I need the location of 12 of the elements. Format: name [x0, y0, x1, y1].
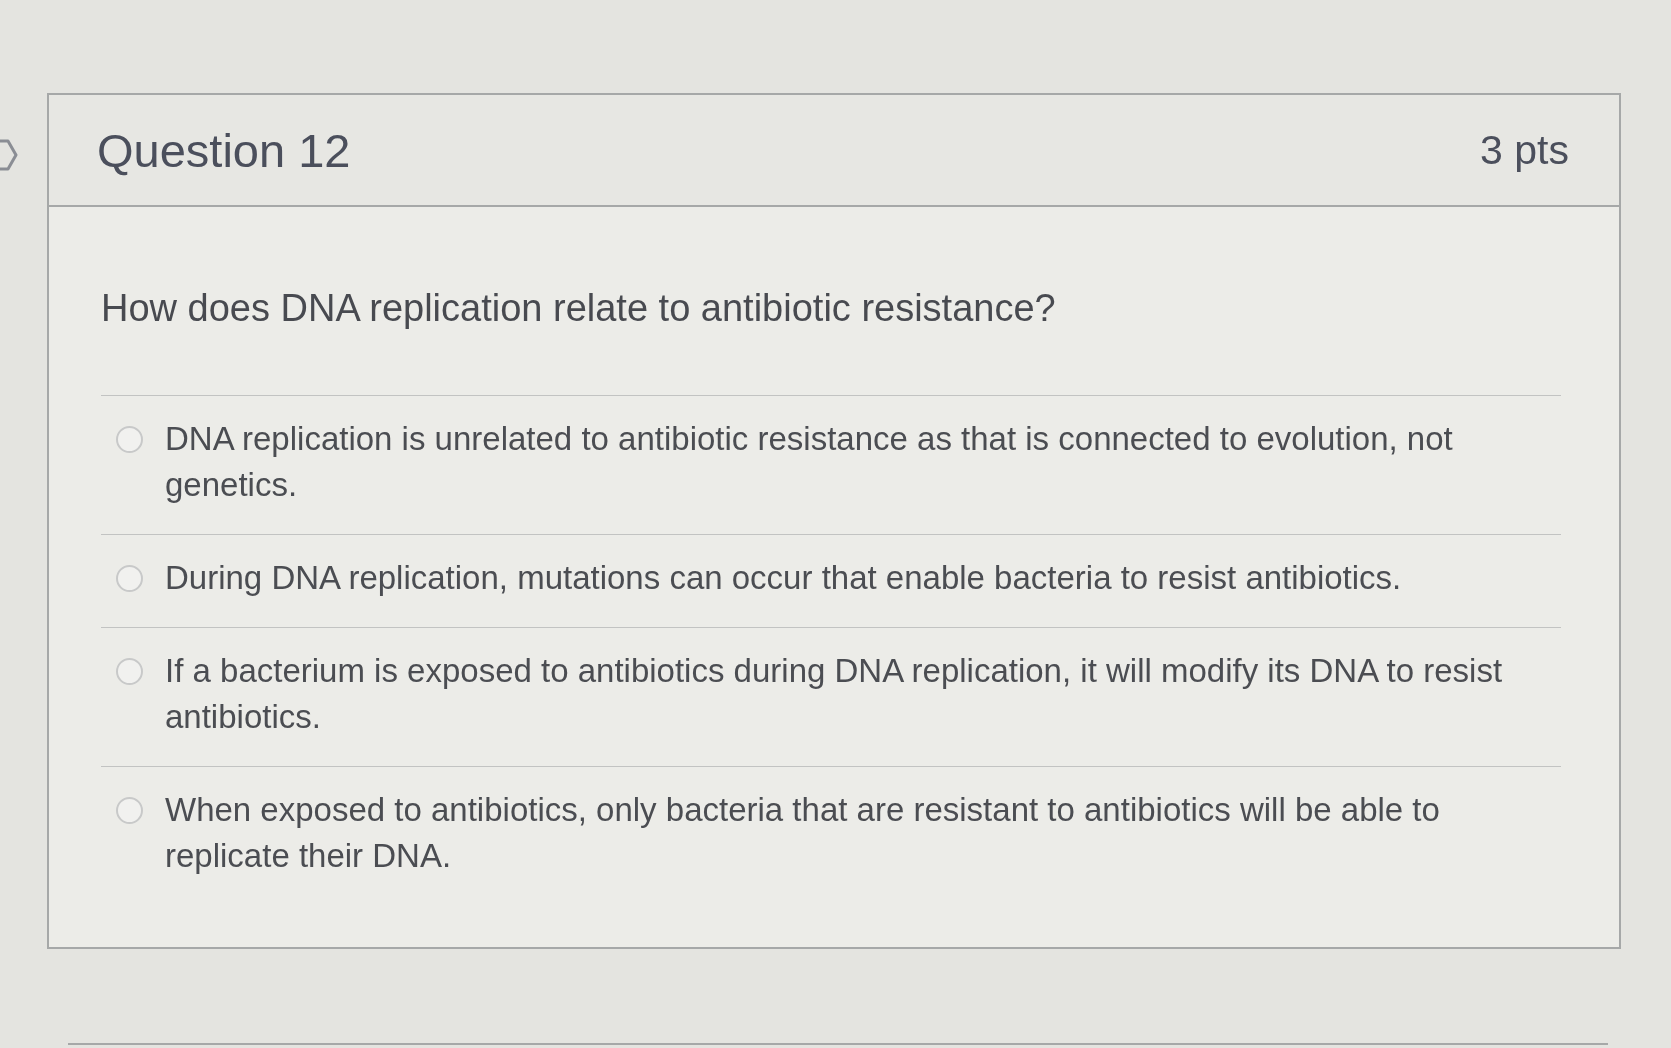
- radio-button[interactable]: [116, 426, 143, 453]
- question-text: How does DNA replication relate to antibiotic resistance?: [101, 285, 1561, 396]
- answer-text[interactable]: During DNA replication, mutations can occur that enable bacteria to resist antibiotics.: [165, 555, 1402, 601]
- answer-text[interactable]: If a bacterium is exposed to antibiotics during DNA replication, it will modify its DNA to resist antibiotics.: [165, 648, 1521, 740]
- radio-button[interactable]: [116, 658, 143, 685]
- answer-text[interactable]: DNA replication is unrelated to antibiotic resistance as that is connected to evolution, not genetics.: [165, 416, 1521, 508]
- radio-button[interactable]: [116, 565, 143, 592]
- answer-text[interactable]: When exposed to antibiotics, only bacteria that are resistant to antibiotics will be able to replicate their DNA.: [165, 787, 1521, 879]
- radio-button[interactable]: [116, 797, 143, 824]
- question-title: Question 12: [97, 122, 351, 178]
- points-label: 3 pts: [1480, 126, 1569, 174]
- chevron-icon[interactable]: [0, 139, 18, 171]
